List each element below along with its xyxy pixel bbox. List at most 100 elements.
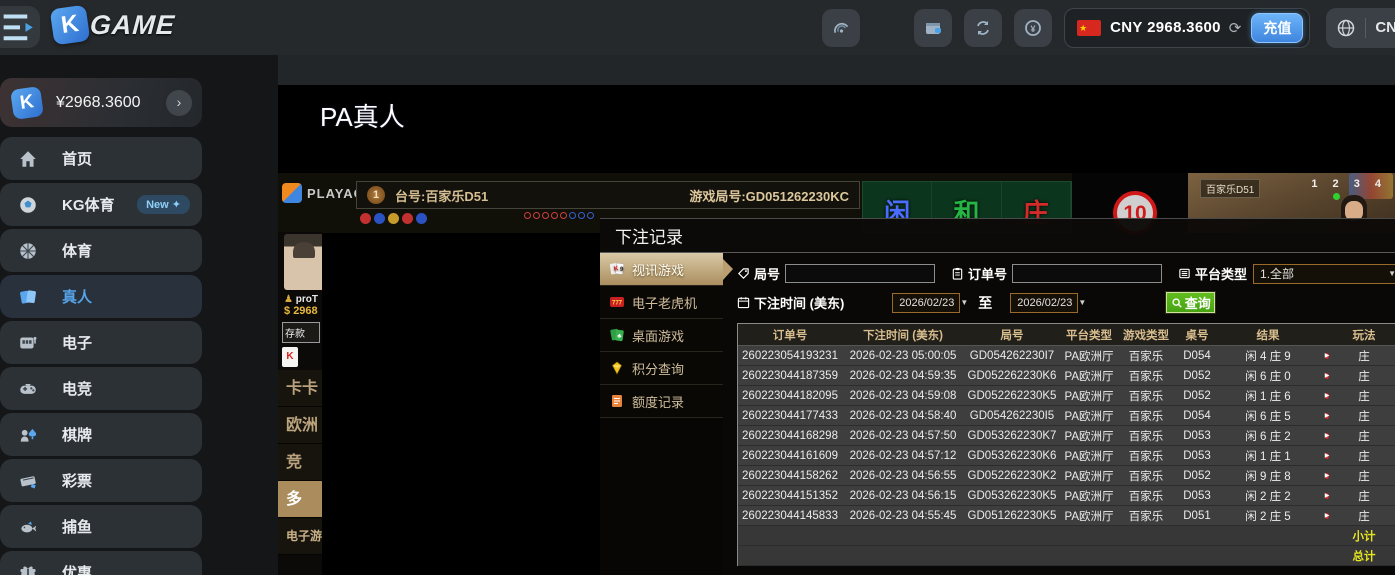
sidebar-item-6[interactable]: 棋牌 — [0, 413, 202, 456]
language-switcher[interactable]: CN — [1326, 8, 1395, 48]
platform-filter-label: 平台类型 — [1178, 264, 1247, 283]
replay-play-icon[interactable]: ▶ — [1325, 433, 1330, 439]
column-header: 下注时间 (美东) — [842, 327, 964, 343]
sidebar-item-7[interactable]: 彩票 — [0, 459, 202, 502]
wallet-expand-button[interactable]: › — [166, 90, 192, 116]
wallet-button[interactable] — [914, 9, 952, 47]
column-header: 玩法 — [1338, 327, 1390, 343]
sidebar-item-0[interactable]: 首页 — [0, 137, 202, 180]
video-games-card-icon: K — [282, 347, 298, 367]
modal-body: K9视讯游戏777电子老虎机♣桌面游戏积分查询额度记录 局号 订单号 — [600, 253, 1395, 575]
column-header: 结果 — [1220, 327, 1316, 343]
sidebar-item-label: 彩票 — [62, 470, 92, 491]
modal-tab-0[interactable]: K9视讯游戏 — [600, 253, 723, 286]
basketball-icon — [18, 241, 38, 261]
sidebar-item-1[interactable]: KG体育New ✦ — [0, 183, 202, 226]
support-headset-button[interactable] — [822, 9, 860, 47]
recharge-button[interactable]: 充值 — [1251, 13, 1303, 43]
column-header: 局号 — [964, 327, 1060, 343]
cell-method: 庄 — [1338, 348, 1390, 364]
chevron-down-icon: ▼ — [960, 298, 968, 307]
sync-icon — [973, 18, 993, 38]
cell-order: 260223044177433 — [738, 410, 842, 422]
sidebar-item-9[interactable]: 优惠 — [0, 551, 202, 575]
sidebar-item-label: 体育 — [62, 240, 92, 261]
cell-order: 260223044145833 — [738, 510, 842, 522]
coin-exchange-button[interactable]: ¥ — [1014, 9, 1052, 47]
cell-platform: PA欧洲厅 — [1060, 468, 1118, 484]
lobby-row-2[interactable]: 竞 — [278, 444, 322, 481]
replay-play-icon[interactable]: ▶ — [1325, 413, 1330, 419]
cell-time: 2026-02-23 04:59:35 — [842, 370, 964, 382]
cell-round: GD053262230K6 — [964, 450, 1060, 462]
round-input[interactable] — [785, 264, 935, 283]
balance-pill[interactable]: ★ CNY 2968.3600 ⟳ 充值 — [1064, 8, 1310, 48]
cell-round: GD054262230I5 — [964, 410, 1060, 422]
svg-text:777: 777 — [612, 301, 623, 307]
modal-title: 下注记录 — [600, 223, 683, 248]
sidebar-item-label: 棋牌 — [62, 424, 92, 445]
menu-toggle-button[interactable] — [0, 6, 40, 48]
cell-order: 260223054193231 — [738, 350, 842, 362]
search-button[interactable]: 查询 — [1166, 292, 1215, 313]
replay-play-icon[interactable]: ▶ — [1325, 353, 1330, 359]
transfer-sync-button[interactable] — [964, 9, 1002, 47]
cell-round: GD052262230K5 — [964, 390, 1060, 402]
modal-tab-2[interactable]: ♣桌面游戏 — [600, 319, 723, 352]
table-row: 2602230441682982026-02-23 04:57:50GD0532… — [738, 426, 1395, 446]
refresh-balance-icon[interactable]: ⟳ — [1229, 19, 1242, 37]
lobby-row-0[interactable]: 卡卡 — [278, 370, 322, 407]
content-top-band — [278, 55, 1395, 85]
bet-records-modal: 下注记录 ✕ K9视讯游戏777电子老虎机♣桌面游戏积分查询额度记录 局号 — [600, 218, 1395, 575]
cell-round: GD052262230K2 — [964, 470, 1060, 482]
hamburger-icon — [0, 11, 40, 44]
cell-table: D053 — [1174, 430, 1220, 442]
modal-tab-1[interactable]: 777电子老虎机 — [600, 286, 723, 319]
topbar: K GAME ¥ ★ CNY 2968.3600 ⟳ — [0, 0, 1395, 55]
cell-result: 闲 1 庄 6 — [1220, 388, 1316, 404]
cell-time: 2026-02-23 04:59:08 — [842, 390, 964, 402]
cell-table: D052 — [1174, 370, 1220, 382]
cell-table: D054 — [1174, 350, 1220, 362]
sidebar-item-4[interactable]: 电子 — [0, 321, 202, 364]
replay-play-icon[interactable]: ▶ — [1325, 453, 1330, 459]
lobby-row-3[interactable]: 多 — [278, 481, 322, 518]
wallet-balance: ¥2968.3600 — [56, 94, 166, 112]
deposit-button[interactable]: 存款 — [282, 322, 320, 343]
sidebar-item-5[interactable]: 电竞 — [0, 367, 202, 410]
roadmap-badge — [388, 213, 399, 224]
replay-play-icon[interactable]: ▶ — [1325, 493, 1330, 499]
modal-tab-label: 桌面游戏 — [632, 326, 684, 345]
lobby-row-1[interactable]: 欧洲 — [278, 407, 322, 444]
play-cell: ▶ — [1316, 448, 1338, 463]
replay-play-icon[interactable]: ▶ — [1325, 513, 1330, 519]
modal-tab-3[interactable]: 积分查询 — [600, 352, 723, 385]
modal-tab-label: 额度记录 — [632, 392, 684, 411]
subtotal-row-bet: 3317 — [1390, 530, 1395, 542]
videogames-tab-icon: K9 — [609, 261, 625, 277]
sidebar-item-3[interactable]: 真人 — [0, 275, 202, 318]
cell-platform: PA欧洲厅 — [1060, 388, 1118, 404]
sidebar-item-8[interactable]: 捕鱼 — [0, 505, 202, 548]
modal-tab-4[interactable]: 额度记录 — [600, 385, 723, 418]
cell-round: GD051262230K5 — [964, 510, 1060, 522]
roadmap-dot — [533, 212, 540, 219]
cell-game: 百家乐 — [1118, 508, 1174, 524]
order-input[interactable] — [1012, 264, 1162, 283]
cell-platform: PA欧洲厅 — [1060, 408, 1118, 424]
brand-logo[interactable]: K GAME — [52, 7, 175, 43]
replay-play-icon[interactable]: ▶ — [1325, 393, 1330, 399]
platform-select[interactable]: 1.全部▼ — [1253, 264, 1395, 284]
sidebar-item-2[interactable]: 体育 — [0, 229, 202, 272]
play-cell: ▶ — [1316, 428, 1338, 443]
modal-panel: 局号 订单号 平台类型 — [723, 253, 1395, 575]
play-cell: ▶ — [1316, 468, 1338, 483]
date-from-select[interactable]: 2026/02/23▼ — [892, 293, 960, 313]
replay-play-icon[interactable]: ▶ — [1325, 473, 1330, 479]
lobby-row-4[interactable]: 电子游戏 — [278, 518, 322, 555]
date-to-select[interactable]: 2026/02/23▼ — [1010, 293, 1078, 313]
soccer-icon — [18, 195, 38, 215]
cell-game: 百家乐 — [1118, 368, 1174, 384]
roadmap-badge — [374, 213, 385, 224]
replay-play-icon[interactable]: ▶ — [1325, 373, 1330, 379]
